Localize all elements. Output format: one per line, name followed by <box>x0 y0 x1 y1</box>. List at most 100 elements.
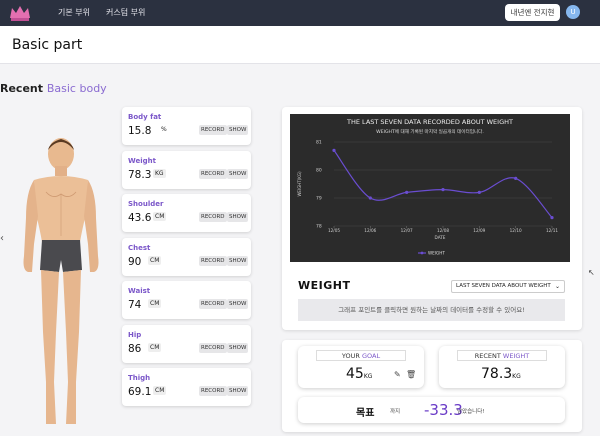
metric-value: 90 <box>128 256 142 268</box>
metric-label: Body fat <box>128 113 162 121</box>
metric-unit: CM <box>153 386 167 395</box>
show-button[interactable]: SHOW <box>227 212 249 222</box>
record-button[interactable]: RECORD <box>199 256 227 266</box>
chart-point[interactable] <box>405 190 409 194</box>
record-button[interactable]: RECORD <box>199 386 227 396</box>
section-title: Recent Basic body <box>0 82 107 95</box>
chart-title: THE LAST SEVEN DATA RECORDED ABOUT WEIGH… <box>346 118 513 126</box>
range-select-value: LAST SEVEN DATA ABOUT WEIGHT <box>456 283 551 289</box>
target-until: 까지 <box>390 409 401 415</box>
chart-point[interactable] <box>332 148 336 152</box>
metric-card-thigh: Thigh 69.1 CM RECORD SHOW <box>122 368 251 406</box>
chart-legend-label: WEIGHT <box>428 251 445 256</box>
nav-custom-part[interactable]: 커스텀 부위 <box>106 7 145 18</box>
chart-y-tick-label: 78 <box>316 224 322 230</box>
goal-value-wrap: 45KG <box>346 366 372 382</box>
show-button[interactable]: SHOW <box>227 343 249 353</box>
record-button[interactable]: RECORD <box>199 299 227 309</box>
chart-y-axis-label: WEIGHT(KG) <box>297 171 302 196</box>
metric-unit: CM <box>148 299 162 308</box>
metric-label: Waist <box>128 287 151 295</box>
pencil-icon[interactable]: ✎ <box>394 370 401 379</box>
show-button[interactable]: SHOW <box>227 386 249 396</box>
record-button[interactable]: RECORD <box>199 343 227 353</box>
chart-legend-marker <box>420 251 424 255</box>
chart-point[interactable] <box>368 196 372 200</box>
goal-unit: KG <box>363 373 373 380</box>
metric-unit: KG <box>153 169 166 178</box>
metric-unit: CM <box>148 343 162 352</box>
recent-weight-tag: RECENT WEIGHT <box>457 350 547 361</box>
metric-value: 86 <box>128 343 142 355</box>
metric-card-waist: Waist 74 CM RECORD SHOW <box>122 281 251 319</box>
metric-card-weight: Weight 78.3 KG RECORD SHOW <box>122 151 251 189</box>
goal-tag-prefix: YOUR <box>341 352 360 360</box>
weight-chart[interactable]: THE LAST SEVEN DATA RECORDED ABOUT WEIGH… <box>290 114 570 262</box>
recent-weight-tag-highlight: WEIGHT <box>502 352 530 360</box>
metric-card-chest: Chest 90 CM RECORD SHOW <box>122 238 251 276</box>
chart-x-tick-label: 12/07 <box>401 228 413 233</box>
recent-weight-card: RECENT WEIGHT 78.3KG <box>439 346 565 388</box>
show-button[interactable]: SHOW <box>227 299 249 309</box>
target-card: 목표 까지 -33.3 남았습니다! <box>298 397 565 423</box>
crown-logo-icon[interactable] <box>8 4 32 22</box>
metric-label: Chest <box>128 244 151 252</box>
show-button[interactable]: SHOW <box>227 256 249 266</box>
metric-label: Weight <box>128 157 156 165</box>
nav-basic-part[interactable]: 기본 부위 <box>58 7 90 18</box>
show-button[interactable]: SHOW <box>227 125 249 135</box>
metric-card-shoulder: Shoulder 43.6 CM RECORD SHOW <box>122 194 251 232</box>
metric-unit: % <box>161 126 167 133</box>
goal-card: YOUR GOAL 45KG ✎ 🗑 <box>298 346 424 388</box>
chart-x-axis-label: DATE <box>435 235 446 240</box>
target-label: 목표 <box>356 408 375 419</box>
show-button[interactable]: SHOW <box>227 169 249 179</box>
metric-value: 69.1 <box>128 386 152 398</box>
chart-point[interactable] <box>477 190 481 194</box>
chart-subtitle: WEIGHT에 대해 기록된 마지막 일곱개의 데이터입니다. <box>376 128 484 135</box>
metric-card-hip: Hip 86 CM RECORD SHOW <box>122 325 251 363</box>
avatar[interactable]: U <box>566 5 580 19</box>
page-header: Basic part <box>0 26 600 64</box>
chevron-down-icon: ⌄ <box>554 283 560 290</box>
chart-point[interactable] <box>550 216 554 220</box>
chevron-left-icon[interactable]: ‹ <box>0 233 4 244</box>
chart-x-tick-label: 12/05 <box>328 228 340 233</box>
metric-value: 74 <box>128 299 142 311</box>
recent-weight-value: 78.3 <box>481 366 513 382</box>
metric-value: 15.8 <box>128 125 152 137</box>
trash-icon[interactable]: 🗑 <box>406 370 416 379</box>
weight-section-title: WEIGHT <box>298 279 351 292</box>
chart-point[interactable] <box>441 188 445 192</box>
metric-value: 43.6 <box>128 212 152 224</box>
metric-label: Thigh <box>128 374 151 382</box>
chart-y-tick-label: 79 <box>316 196 322 202</box>
range-select[interactable]: LAST SEVEN DATA ABOUT WEIGHT ⌄ <box>451 280 565 293</box>
record-button[interactable]: RECORD <box>199 125 227 135</box>
goal-tag: YOUR GOAL <box>316 350 406 361</box>
metric-card-body-fat: Body fat 15.8% RECORD SHOW <box>122 107 251 145</box>
record-button[interactable]: RECORD <box>199 212 227 222</box>
chart-x-tick-label: 12/09 <box>473 228 485 233</box>
chart-x-tick-label: 12/11 <box>546 228 558 233</box>
record-button[interactable]: RECORD <box>199 169 227 179</box>
section-title-main: Recent <box>0 82 44 95</box>
chart-series-line <box>333 150 553 219</box>
info-note: 그래프 포인트를 클릭하면 원하는 날짜의 데이터를 수정할 수 있어요! <box>298 299 565 321</box>
goal-tag-highlight: GOAL <box>361 352 381 360</box>
chart-point[interactable] <box>514 176 518 180</box>
chart-x-tick-label: 12/08 <box>437 228 449 233</box>
resize-cursor-icon: ↖ <box>588 268 595 277</box>
recent-weight-tag-prefix: RECENT <box>474 352 501 360</box>
top-nav: 기본 부위 커스텀 부위 내년엔 전지현 U <box>0 0 600 26</box>
metric-unit: CM <box>148 256 162 265</box>
metric-value: 78.3 <box>128 169 152 181</box>
section-title-sub: Basic body <box>46 82 107 95</box>
recent-weight-unit: KG <box>512 373 521 380</box>
chart-y-tick-label: 81 <box>316 140 322 146</box>
goal-value: 45 <box>346 366 364 382</box>
chart-x-tick-label: 12/10 <box>510 228 522 233</box>
user-button[interactable]: 내년엔 전지현 <box>505 4 560 21</box>
chart-x-tick-label: 12/06 <box>364 228 376 233</box>
metric-label: Shoulder <box>128 200 164 208</box>
